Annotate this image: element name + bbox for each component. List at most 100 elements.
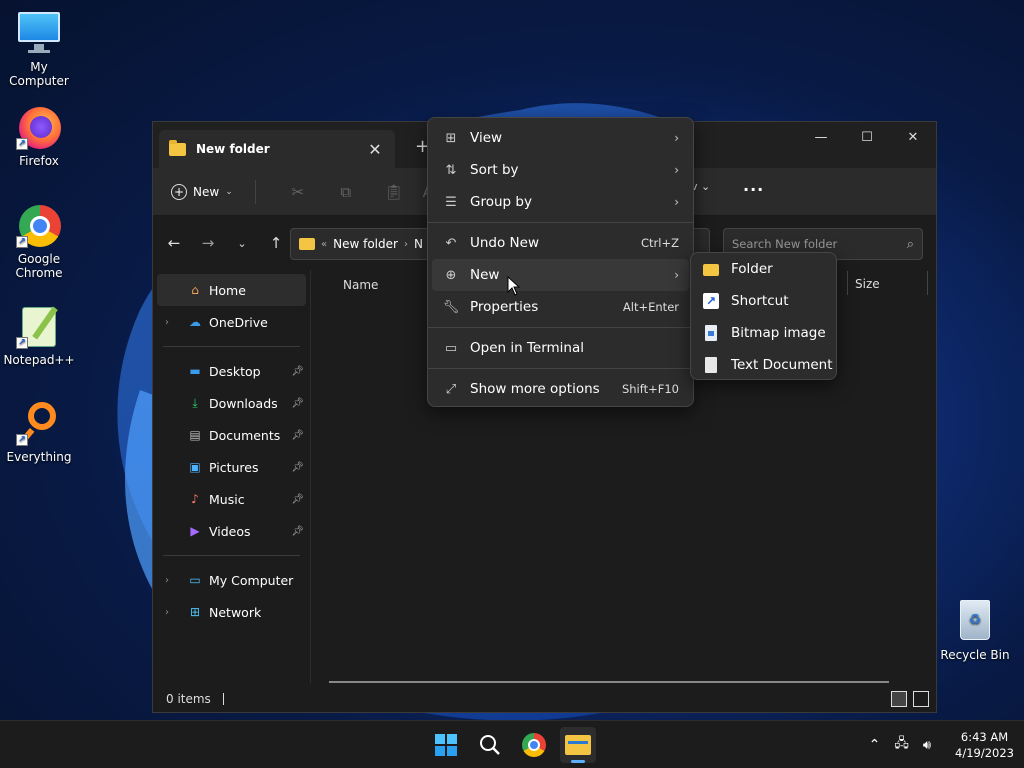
desktop-icon-label: Google Chrome bbox=[15, 252, 63, 280]
minimize-icon[interactable]: — bbox=[798, 122, 844, 152]
desktop-icon-firefox[interactable]: ↗ Firefox bbox=[1, 104, 77, 168]
submenu-item-label: Bitmap image bbox=[731, 325, 826, 341]
menu-item-shortcut: Shift+F10 bbox=[621, 382, 679, 396]
forward-icon[interactable]: → bbox=[191, 234, 225, 252]
desktop-icon-label: Firefox bbox=[19, 154, 59, 168]
chevron-right-icon[interactable]: › bbox=[165, 607, 169, 618]
item-count: 0 items bbox=[166, 692, 211, 706]
sidebar-item-label: Downloads bbox=[209, 395, 278, 411]
submenu-item-label: Folder bbox=[731, 261, 773, 277]
submenu-item-bitmap-image[interactable]: Bitmap image bbox=[691, 317, 836, 349]
status-divider bbox=[222, 693, 224, 705]
menu-item-sort-by[interactable]: ⇅ Sort by › bbox=[428, 154, 693, 186]
maximize-icon[interactable]: ☐ bbox=[844, 122, 890, 152]
search-input[interactable]: Search New folder bbox=[732, 237, 907, 251]
taskbar: ⌃ 🖧︎ 🔊︎ 6:43 AM 4/19/2023 bbox=[0, 720, 1024, 768]
paste-icon[interactable]: 📋︎ bbox=[370, 183, 418, 201]
up-icon[interactable]: ↑ bbox=[259, 234, 293, 252]
close-tab-icon[interactable]: ✕ bbox=[365, 140, 385, 159]
chevron-up-icon[interactable]: ⌃ bbox=[869, 737, 881, 753]
taskbar-file-explorer[interactable] bbox=[560, 727, 596, 763]
sidebar-item-desktop[interactable]: ▬ Desktop 📌︎ bbox=[153, 355, 310, 387]
plus-circle-icon: ⊕ bbox=[445, 267, 457, 283]
menu-item-view[interactable]: ⊞ View › bbox=[428, 122, 693, 154]
menu-item-undo-new[interactable]: ↶ Undo New Ctrl+Z bbox=[428, 227, 693, 259]
column-header-name[interactable]: Name bbox=[343, 278, 378, 292]
sidebar-item-downloads[interactable]: ⤓ Downloads 📌︎ bbox=[153, 387, 310, 419]
sidebar-item-onedrive[interactable]: › ☁ OneDrive bbox=[153, 306, 310, 338]
desktop-icon-notepad-plus-plus[interactable]: ↗ Notepad++ bbox=[1, 303, 77, 367]
new-button[interactable]: + New ⌄ bbox=[171, 183, 233, 200]
network-status-icon[interactable]: 🖧︎ bbox=[894, 734, 909, 756]
overflow-crumbs-icon[interactable]: « bbox=[321, 239, 327, 250]
taskbar-chrome[interactable] bbox=[516, 727, 552, 763]
desktop-icon-my-computer[interactable]: My Computer bbox=[1, 10, 77, 88]
large-icons-view-icon[interactable] bbox=[913, 691, 929, 707]
breadcrumb-next[interactable]: N bbox=[414, 237, 423, 251]
desktop-icon-recycle-bin[interactable]: ♻ Recycle Bin bbox=[937, 598, 1013, 662]
menu-divider bbox=[428, 368, 693, 369]
plus-circle-icon: + bbox=[171, 183, 187, 200]
chevron-right-icon[interactable]: › bbox=[165, 575, 169, 586]
sidebar-item-my-computer[interactable]: › ▭ My Computer bbox=[153, 564, 310, 596]
sidebar-item-label: Music bbox=[209, 491, 245, 507]
folder-icon bbox=[703, 261, 719, 277]
shortcut-arrow-icon: ↗ bbox=[16, 337, 28, 349]
sidebar-item-pictures[interactable]: ▣ Pictures 📌︎ bbox=[153, 451, 310, 483]
clock[interactable]: 6:43 AM 4/19/2023 bbox=[955, 729, 1014, 761]
volume-icon[interactable]: 🔊︎ bbox=[923, 738, 931, 753]
close-icon[interactable]: ✕ bbox=[890, 122, 936, 152]
sidebar-item-label: Network bbox=[209, 604, 262, 620]
menu-item-label: Sort by bbox=[470, 162, 519, 178]
chevron-right-icon: › bbox=[674, 195, 679, 209]
desktop-icon-google-chrome[interactable]: ↗ Google Chrome bbox=[1, 202, 77, 280]
chevron-right-icon[interactable]: › bbox=[165, 317, 169, 328]
desktop-icon-everything[interactable]: ↗ Everything bbox=[1, 400, 77, 464]
menu-item-shortcut: Alt+Enter bbox=[622, 300, 679, 314]
cloud-icon: ☁ bbox=[189, 315, 201, 329]
toolbar-divider bbox=[254, 179, 256, 204]
search-icon: ⌕ bbox=[906, 236, 914, 252]
recent-locations-icon[interactable]: ⌄ bbox=[225, 237, 259, 250]
more-options-icon[interactable]: ··· bbox=[743, 180, 764, 199]
chevron-right-icon: › bbox=[403, 238, 408, 250]
submenu-item-text-document[interactable]: Text Document bbox=[691, 349, 836, 381]
sidebar-item-videos[interactable]: ▶ Videos 📌︎ bbox=[153, 515, 310, 547]
desktop-icon-label: My Computer bbox=[9, 60, 69, 88]
column-divider[interactable] bbox=[927, 271, 928, 295]
chrome-icon bbox=[522, 733, 546, 757]
sidebar-item-home[interactable]: ⌂ Home bbox=[157, 274, 306, 306]
clock-time: 6:43 AM bbox=[960, 730, 1009, 744]
breadcrumb-new-folder[interactable]: New folder bbox=[333, 237, 398, 251]
sidebar-item-network[interactable]: › ⊞ Network bbox=[153, 596, 310, 628]
submenu-item-folder[interactable]: Folder bbox=[691, 253, 836, 285]
search-button[interactable] bbox=[472, 727, 508, 763]
tab-new-folder[interactable]: New folder ✕ bbox=[159, 130, 395, 168]
sidebar-divider bbox=[163, 555, 300, 556]
undo-icon: ↶ bbox=[445, 235, 457, 251]
column-header-size[interactable]: Size bbox=[855, 277, 880, 291]
menu-item-show-more-options[interactable]: ⤢ Show more options Shift+F10 bbox=[428, 373, 693, 405]
folder-icon bbox=[299, 238, 315, 250]
menu-item-properties[interactable]: 🔧︎ Properties Alt+Enter bbox=[428, 291, 693, 323]
sidebar-item-documents[interactable]: ▤ Documents 📌︎ bbox=[153, 419, 310, 451]
menu-item-label: Show more options bbox=[470, 381, 600, 397]
menu-item-new[interactable]: ⊕ New › bbox=[432, 259, 689, 291]
start-button[interactable] bbox=[428, 727, 464, 763]
menu-item-group-by[interactable]: ☰ Group by › bbox=[428, 186, 693, 218]
submenu-item-shortcut[interactable]: ↗ Shortcut bbox=[691, 285, 836, 317]
music-icon: ♪ bbox=[191, 492, 199, 506]
list-icon: ☰ bbox=[445, 194, 457, 210]
menu-item-open-in-terminal[interactable]: ▭ Open in Terminal bbox=[428, 332, 693, 364]
recycle-bin-icon: ♻ bbox=[952, 598, 998, 644]
back-icon[interactable]: ← bbox=[157, 234, 191, 252]
cut-icon[interactable]: ✂ bbox=[274, 183, 322, 201]
firefox-icon: ↗ bbox=[16, 104, 62, 150]
column-divider[interactable] bbox=[847, 271, 848, 295]
details-view-icon[interactable] bbox=[891, 691, 907, 707]
horizontal-scrollbar[interactable] bbox=[329, 681, 889, 683]
copy-icon[interactable]: ⧉ bbox=[322, 183, 370, 201]
folder-icon bbox=[565, 735, 591, 755]
image-file-icon bbox=[703, 325, 719, 341]
sidebar-item-music[interactable]: ♪ Music 📌︎ bbox=[153, 483, 310, 515]
